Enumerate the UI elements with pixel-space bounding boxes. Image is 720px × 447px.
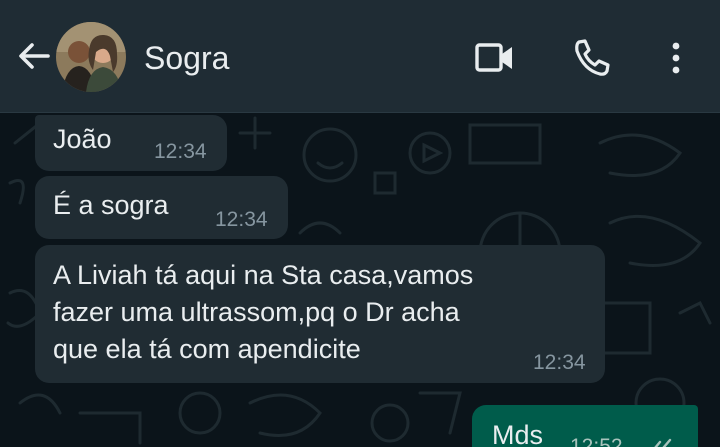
message-text-line: A Liviah tá aqui na Sta casa,vamos	[53, 260, 474, 290]
video-call-icon[interactable]	[472, 36, 516, 80]
message-text: Mds	[492, 420, 544, 447]
message-bubble-incoming[interactable]: João 12:34	[35, 115, 227, 171]
message-timestamp: 12:34	[154, 140, 207, 163]
message-text: João	[53, 124, 112, 154]
message-bubble-outgoing[interactable]: Mds 12:52	[472, 405, 698, 447]
avatar[interactable]	[56, 22, 126, 92]
message-text: É a sogra	[53, 190, 169, 220]
message-text-line: que ela tá com apendicite	[53, 334, 361, 364]
contact-photo	[56, 22, 126, 92]
back-arrow-icon[interactable]	[14, 36, 54, 76]
read-double-check-icon	[654, 438, 672, 447]
more-options-icon[interactable]	[654, 36, 698, 80]
message-timestamp: 12:34	[215, 208, 268, 231]
message-timestamp: 12:34	[533, 351, 586, 374]
contact-name[interactable]: Sogra	[144, 38, 229, 78]
message-bubble-incoming[interactable]: É a sogra 12:34	[35, 176, 288, 239]
message-timestamp: 12:52	[570, 435, 623, 447]
voice-call-icon[interactable]	[570, 36, 614, 80]
message-text-line: fazer uma ultrassom,pq o Dr acha	[53, 297, 460, 327]
message-bubble-incoming[interactable]: A Liviah tá aqui na Sta casa,vamos fazer…	[35, 245, 605, 383]
chat-area[interactable]: João 12:34 É a sogra 12:34 A Liviah tá a…	[0, 113, 720, 447]
chat-header: Sogra	[0, 0, 720, 113]
